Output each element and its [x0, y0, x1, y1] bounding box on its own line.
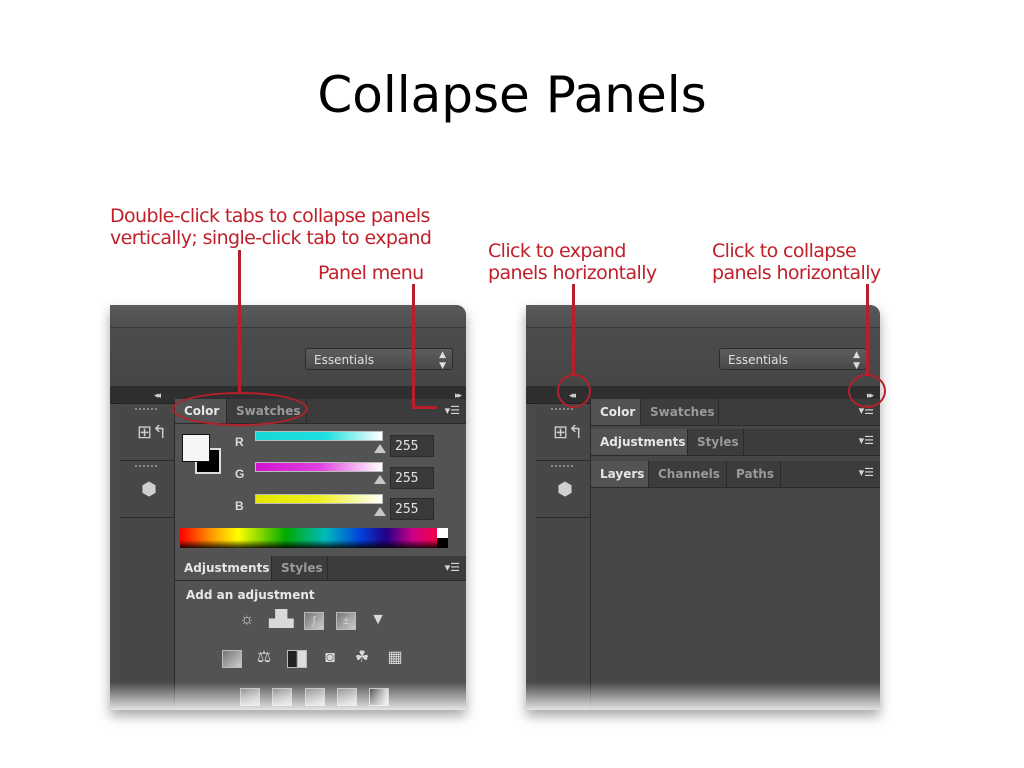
panel-group-adjustments: Adjustments Styles ▾☰: [591, 429, 880, 456]
curves-icon[interactable]: ∫: [304, 612, 324, 630]
panel-menu-icon[interactable]: ▾☰: [859, 461, 874, 485]
icon-dock: ⊞↰ ⬢: [120, 404, 175, 710]
collapsed-panels-area: Color Swatches ▾☰ Adjustments Styles ▾☰ …: [591, 399, 880, 710]
callout-expand-horizontal: Click to expand panels horizontally: [488, 240, 657, 284]
channel-label-r: R: [235, 435, 244, 449]
history-icon: ⊞↰: [137, 422, 168, 442]
add-adjustment-heading: Add an adjustment: [186, 588, 315, 602]
slider-g-thumb[interactable]: [374, 475, 386, 484]
tab-adjustments[interactable]: Adjustments: [591, 429, 688, 455]
exposure-icon[interactable]: ±: [336, 612, 356, 630]
panel-group-color: Color Swatches ▾☰: [591, 399, 880, 426]
icon-dock: ⊞↰ ⬢: [536, 404, 591, 710]
title-bar: [526, 305, 880, 328]
dock-item-history[interactable]: ⊞↰: [120, 404, 174, 461]
highlight-ring-expand: [557, 374, 591, 408]
value-b[interactable]: 255: [390, 498, 434, 520]
panel-menu-icon[interactable]: ▾☰: [445, 399, 460, 423]
white-swatch[interactable]: [437, 528, 448, 538]
grip-handle[interactable]: [135, 408, 157, 412]
dock-item-3d[interactable]: ⬢: [536, 461, 590, 518]
callout-leader-line: [866, 284, 869, 376]
black-swatch[interactable]: [437, 538, 448, 548]
adjustments-panel-tabs: Adjustments Styles ▾☰: [175, 556, 466, 581]
slider-r[interactable]: [255, 431, 383, 441]
tab-color[interactable]: Color: [591, 399, 641, 425]
slider-b-thumb[interactable]: [374, 507, 386, 516]
stepper-arrows-icon: ▲ ▼: [853, 350, 860, 371]
history-icon: ⊞↰: [553, 422, 584, 442]
black-white-icon[interactable]: [287, 650, 307, 668]
right-screenshot: Essentials ▲ ▼ ◂◂ ▸▸ ⊞↰ ⬢ Color Swatches …: [526, 305, 880, 710]
workspace-select-value: Essentials: [314, 353, 375, 367]
dock-item-history[interactable]: ⊞↰: [536, 404, 590, 461]
cube-icon: ⬢: [557, 479, 573, 499]
channel-label-b: B: [235, 499, 244, 513]
callout-leader-line: [412, 406, 437, 409]
callout-collapse-vertical: Double-click tabs to collapse panels ver…: [110, 205, 432, 249]
value-g[interactable]: 255: [390, 467, 434, 489]
bottom-fade: [110, 682, 466, 710]
levels-icon[interactable]: ▟▙: [269, 610, 294, 630]
grip-handle[interactable]: [551, 465, 573, 469]
slider-r-thumb[interactable]: [374, 444, 386, 453]
callout-leader-line: [412, 284, 415, 409]
workspace-select-value: Essentials: [728, 353, 789, 367]
tab-paths[interactable]: Paths: [727, 461, 781, 487]
callout-line-2: panels horizontally: [488, 262, 657, 284]
callout-leader-line: [238, 250, 241, 392]
callout-leader-line: [572, 284, 575, 376]
panel-menu-icon[interactable]: ▾☰: [859, 429, 874, 453]
color-spectrum-bar[interactable]: [180, 528, 444, 548]
dock-item-3d[interactable]: ⬢: [120, 461, 174, 518]
tab-adjustments[interactable]: Adjustments: [175, 556, 272, 580]
panel-group-layers: Layers Channels Paths ▾☰: [591, 461, 880, 488]
callout-line-1: Click to collapse: [712, 240, 857, 262]
tab-channels[interactable]: Channels: [649, 461, 727, 487]
highlight-ring-collapse: [848, 374, 886, 408]
grip-handle[interactable]: [135, 465, 157, 469]
foreground-color-swatch[interactable]: [182, 434, 210, 462]
callout-line-1: Click to expand: [488, 240, 626, 262]
color-balance-icon[interactable]: ⚖: [253, 648, 275, 668]
slider-b[interactable]: [255, 494, 383, 504]
panel-menu-icon[interactable]: ▾☰: [445, 556, 460, 580]
brightness-contrast-icon[interactable]: ☼: [236, 610, 258, 630]
expand-panels-icon[interactable]: ◂◂: [154, 387, 161, 403]
callout-line-2: panels horizontally: [712, 262, 881, 284]
highlight-ring-tabs: [172, 392, 308, 426]
tab-styles[interactable]: Styles: [272, 556, 328, 580]
color-lookup-icon[interactable]: ▦: [384, 648, 406, 668]
callout-collapse-horizontal: Click to collapse panels horizontally: [712, 240, 881, 284]
value-r[interactable]: 255: [390, 435, 434, 457]
workspace-select[interactable]: Essentials ▲ ▼: [719, 348, 867, 371]
tab-swatches[interactable]: Swatches: [641, 399, 719, 425]
tab-styles[interactable]: Styles: [688, 429, 744, 455]
slide-title: Collapse Panels: [317, 66, 707, 124]
callout-panel-menu: Panel menu: [318, 262, 424, 284]
slider-g[interactable]: [255, 462, 383, 472]
stepper-arrows-icon: ▲ ▼: [439, 350, 446, 371]
channel-label-g: G: [235, 467, 245, 481]
callout-line-2: vertically; single-click tab to expand: [110, 227, 432, 249]
hue-saturation-icon[interactable]: [222, 650, 242, 668]
callout-line-1: Double-click tabs to collapse panels: [110, 205, 430, 227]
workspace-select[interactable]: Essentials ▲ ▼: [305, 348, 453, 371]
grip-handle[interactable]: [551, 408, 573, 412]
bottom-fade: [526, 682, 880, 710]
tab-layers[interactable]: Layers: [591, 461, 649, 487]
photo-filter-icon[interactable]: ◙: [319, 648, 341, 668]
channel-mixer-icon[interactable]: ☘: [351, 648, 373, 668]
vibrance-icon[interactable]: ▼: [367, 610, 389, 630]
cube-icon: ⬢: [141, 479, 157, 499]
